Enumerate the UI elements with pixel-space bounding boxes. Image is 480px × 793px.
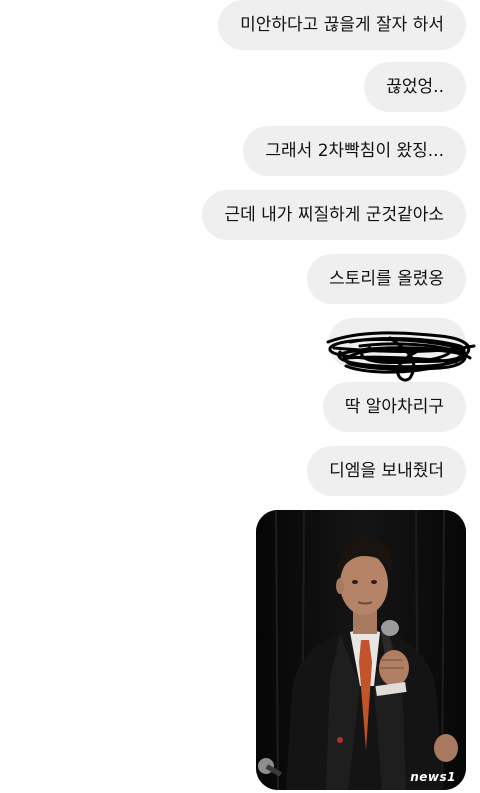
message-text: 딱 알아차리구 [344,397,444,417]
photo-message[interactable]: news1 [256,510,466,790]
message-bubble[interactable]: 딱 알아차리구 [322,382,466,432]
message-text: 끊었엉.. [386,77,444,97]
news-watermark: news1 [410,770,456,784]
message-bubble[interactable]: 스토리를 올렸옹 [307,254,466,304]
message-text: 스토리를 올렸옹 [329,269,444,289]
message-text: 디엠을 보내줬더 [329,461,444,481]
photo-of-man-speaking-with-microphone-icon [256,510,466,790]
message-text: 그래서 2차빡침이 왔징... [265,141,444,161]
message-text: 근데 내가 찌질하게 군것같아소 [224,205,444,225]
message-bubble[interactable]: 그래서 2차빡침이 왔징... [243,126,466,176]
redaction-scribble [326,331,476,382]
message-bubble[interactable]: 디엠을 보내줬더 [307,446,466,496]
message-text: 미안하다고 끊을게 잘자 하서 [240,15,444,35]
message-bubble[interactable]: 근데 내가 찌질하게 군것같아소 [202,190,466,240]
message-bubble[interactable]: 끊었엉.. [364,62,466,112]
message-bubble[interactable]: 미안하다고 끊을게 잘자 하서 [218,0,466,50]
